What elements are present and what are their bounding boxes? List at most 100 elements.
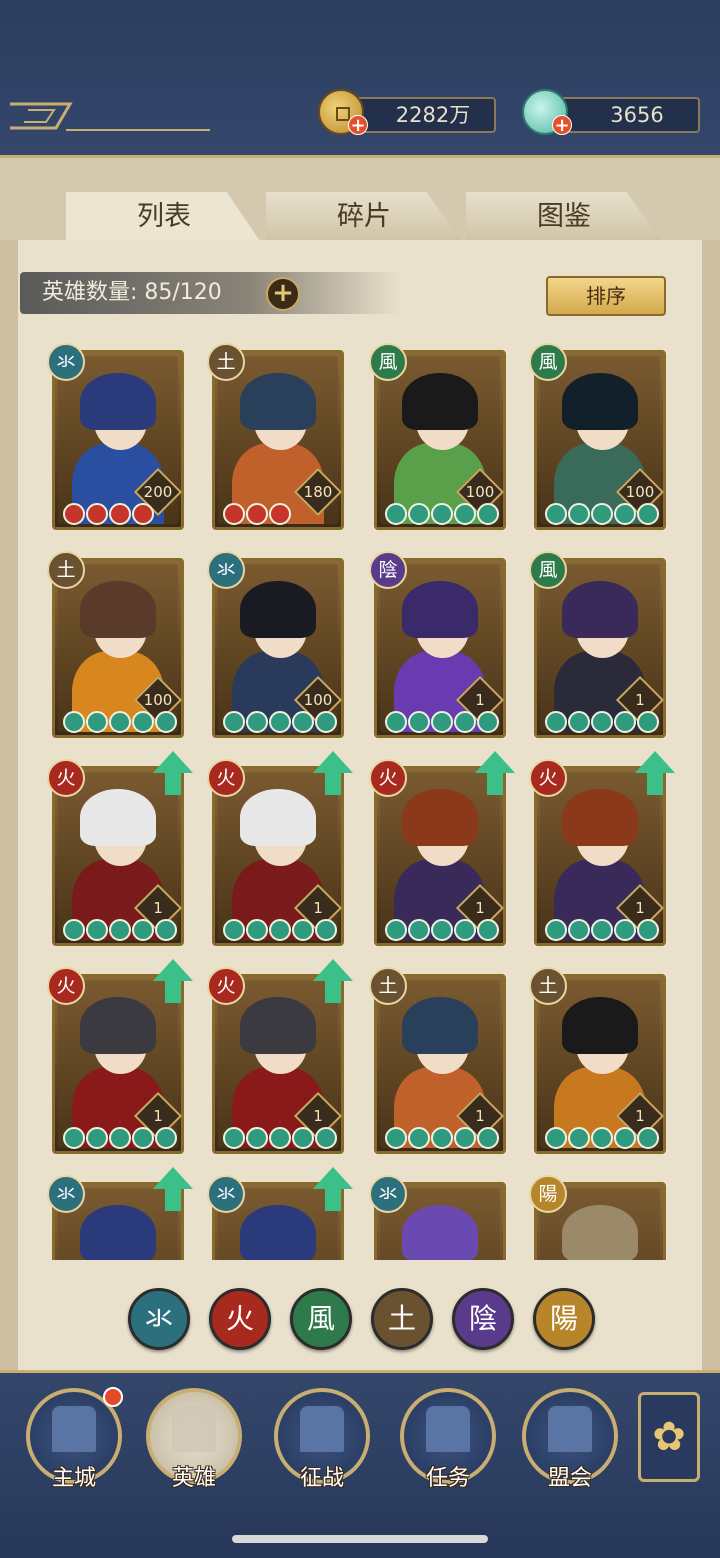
star-icon: [292, 919, 314, 941]
star-icon: [637, 711, 659, 733]
star-icon: [431, 711, 453, 733]
home-indicator: [232, 1535, 488, 1543]
star-icon: [86, 1127, 108, 1149]
hero-card[interactable]: 土1: [369, 967, 506, 1154]
hero-card[interactable]: 土1: [529, 967, 666, 1154]
star-rating: [63, 711, 177, 733]
hero-card[interactable]: 火1: [47, 751, 193, 946]
hero-card[interactable]: 土 100: [47, 551, 184, 738]
hero-card[interactable]: 風1: [529, 551, 666, 738]
coin-amount: 2282万: [348, 97, 496, 133]
star-icon: [246, 503, 268, 525]
hero-card[interactable]: 氺 100: [207, 551, 344, 738]
star-icon: [568, 919, 590, 941]
star-icon: [132, 503, 154, 525]
star-icon: [109, 919, 131, 941]
star-icon: [63, 919, 85, 941]
star-icon: [477, 711, 499, 733]
star-rating: [63, 503, 154, 525]
hero-card[interactable]: 火1: [207, 751, 353, 946]
hero-card[interactable]: 火1: [529, 751, 675, 946]
hero-card[interactable]: 土 180: [207, 343, 344, 530]
element-badge: 土: [369, 967, 407, 1005]
star-icon: [292, 711, 314, 733]
star-icon: [155, 919, 177, 941]
star-icon: [132, 711, 154, 733]
filter-yin-button[interactable]: 陰: [452, 1288, 514, 1350]
star-icon: [545, 919, 567, 941]
star-icon: [109, 1127, 131, 1149]
star-icon: [292, 1127, 314, 1149]
element-badge: 土: [529, 967, 567, 1005]
star-icon: [246, 1127, 268, 1149]
filter-yang-button[interactable]: 陽: [533, 1288, 595, 1350]
add-coin-button[interactable]: +: [348, 115, 368, 135]
hero-card[interactable]: 火1: [207, 959, 353, 1154]
hero-count: 英雄数量: 85/120: [20, 272, 400, 314]
star-icon: [454, 503, 476, 525]
star-icon: [454, 1127, 476, 1149]
star-icon: [132, 919, 154, 941]
battle-drum-icon: [300, 1406, 344, 1452]
star-icon: [477, 919, 499, 941]
star-icon: [431, 1127, 453, 1149]
expand-capacity-button[interactable]: +: [266, 277, 300, 311]
star-rating: [223, 711, 337, 733]
element-badge: 土: [207, 343, 245, 381]
hero-card[interactable]: 陰1: [369, 551, 506, 738]
star-icon: [614, 711, 636, 733]
star-icon: [431, 503, 453, 525]
city-gate-icon: [52, 1406, 96, 1452]
filter-wind-button[interactable]: 風: [290, 1288, 352, 1350]
star-icon: [109, 503, 131, 525]
star-icon: [155, 1127, 177, 1149]
hero-card[interactable]: 風 100: [529, 343, 666, 530]
top-bar: + 2282万 + 3656: [0, 0, 720, 158]
element-badge: 陰: [369, 551, 407, 589]
star-icon: [408, 1127, 430, 1149]
star-icon: [223, 503, 245, 525]
hero-card[interactable]: 風 100: [369, 343, 506, 530]
hero-card[interactable]: 火1: [47, 959, 193, 1154]
star-icon: [545, 711, 567, 733]
hero-card[interactable]: 氺: [369, 1175, 506, 1260]
hero-card[interactable]: 氺 200: [47, 343, 184, 530]
element-badge: 風: [529, 343, 567, 381]
hero-icon: [172, 1406, 216, 1452]
element-badge: 火: [207, 967, 245, 1005]
star-rating: [545, 711, 659, 733]
hero-card[interactable]: 火1: [369, 751, 515, 946]
star-icon: [385, 711, 407, 733]
star-rating: [223, 919, 337, 941]
filter-earth-button[interactable]: 土: [371, 1288, 433, 1350]
star-icon: [431, 919, 453, 941]
notification-dot: [103, 1387, 123, 1407]
element-badge: 火: [47, 967, 85, 1005]
star-icon: [63, 503, 85, 525]
star-icon: [408, 711, 430, 733]
star-icon: [246, 919, 268, 941]
star-rating: [545, 1127, 659, 1149]
sort-button[interactable]: 排序: [546, 276, 666, 316]
star-icon: [591, 919, 613, 941]
filter-fire-button[interactable]: 火: [209, 1288, 271, 1350]
ornament-icon: [10, 102, 210, 131]
star-rating: [385, 503, 499, 525]
element-filter-bar: 氺火風土陰陽: [128, 1288, 598, 1350]
star-icon: [86, 919, 108, 941]
filter-water-button[interactable]: 氺: [128, 1288, 190, 1350]
add-jade-button[interactable]: +: [552, 115, 572, 135]
star-icon: [477, 503, 499, 525]
element-badge: 氺: [47, 343, 85, 381]
hero-card[interactable]: 氺: [47, 1167, 193, 1260]
star-rating: [223, 503, 291, 525]
star-rating: [63, 1127, 177, 1149]
star-icon: [614, 503, 636, 525]
star-icon: [223, 919, 245, 941]
star-icon: [591, 711, 613, 733]
hero-card[interactable]: 氺: [207, 1167, 353, 1260]
star-icon: [408, 919, 430, 941]
menu-grid-icon[interactable]: ✿: [638, 1392, 700, 1482]
hero-card[interactable]: 陽: [529, 1175, 666, 1260]
star-rating: [385, 1127, 499, 1149]
